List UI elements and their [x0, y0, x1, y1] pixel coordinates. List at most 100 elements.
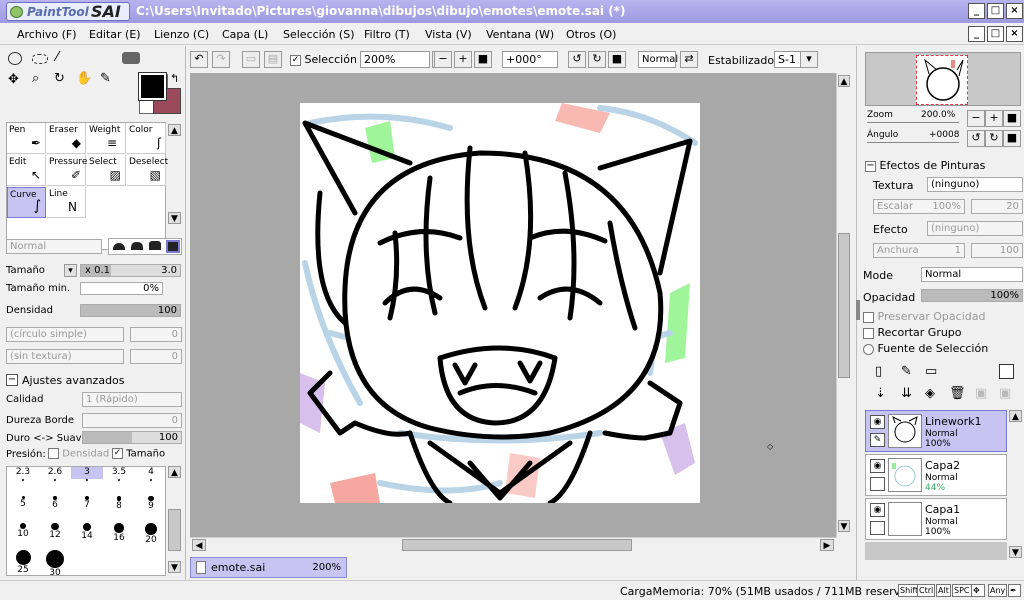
brush-size-option[interactable]: 20 [135, 521, 167, 549]
vscroll-thumb[interactable] [838, 233, 850, 378]
layers-scroll-up[interactable]: ▲ [1009, 410, 1022, 422]
doc-close-button[interactable]: × [1006, 26, 1023, 42]
menu-ventana[interactable]: Ventana (W) [486, 28, 554, 41]
close-button[interactable]: × [1006, 3, 1023, 19]
swap-colors-icon[interactable]: ↰ [170, 72, 179, 85]
hscroll-right[interactable]: ▶ [820, 539, 834, 551]
zoom-out-button[interactable]: − [434, 51, 452, 68]
eyedropper-icon[interactable]: ✎ [100, 71, 111, 86]
nav-zoom-slider[interactable] [867, 122, 959, 123]
min-size-slider[interactable]: 0% [80, 282, 163, 295]
preserve-opacity-checkbox[interactable]: Preservar Opacidad [863, 310, 985, 323]
brush-size-option[interactable]: 7 [71, 494, 103, 522]
effects-header[interactable]: − Efectos de Pinturas [865, 159, 985, 172]
eye-icon[interactable]: ◉ [870, 459, 885, 473]
brush-shape-select[interactable]: (círculo simple) [6, 327, 124, 342]
tool-curve[interactable]: Curve ∫ [7, 187, 46, 218]
selection-source-checkbox[interactable]: Fuente de Selección [863, 342, 988, 355]
zoom-icon[interactable]: ⌕ [32, 71, 39, 86]
nav-rotate-reset-button[interactable]: ■ [1003, 130, 1021, 147]
size-dropdown[interactable]: ▾ [64, 264, 77, 277]
hand-icon[interactable]: ✋ [76, 71, 92, 86]
eye-icon[interactable]: ◉ [870, 415, 885, 429]
vertical-scrollbar[interactable]: ▲ ▼ [836, 73, 852, 537]
merge-mask-icon[interactable]: ▣ [999, 386, 1011, 401]
nav-rotate-right-button[interactable]: ↻ [985, 130, 1003, 147]
brush-size-option[interactable]: 9 [135, 494, 167, 522]
tool-edit[interactable]: Edit ↖ [7, 155, 46, 186]
lock-brush-icon[interactable]: ✎ [870, 433, 885, 447]
hscroll-left[interactable]: ◀ [192, 539, 206, 551]
flip-horizontal-button[interactable]: ⇄ [680, 51, 698, 68]
canvas-area[interactable]: ◇ [190, 73, 836, 537]
undo-button[interactable]: ↶ [190, 51, 208, 68]
brush-size-option[interactable]: 6 [39, 494, 71, 522]
layer-lock-icon[interactable] [870, 477, 885, 491]
brush-size-option[interactable]: 4 [135, 467, 167, 495]
brush-mode-select[interactable]: Normal [6, 239, 102, 254]
quality-select[interactable]: 1 (Rápido) [82, 392, 182, 407]
brush-size-option[interactable]: 2.3 [7, 467, 39, 495]
tool-deselect[interactable]: Deselect ▧ [127, 155, 168, 186]
new-folder-icon[interactable]: ▭ [925, 364, 937, 379]
hard-soft-slider[interactable]: 100 [82, 431, 182, 444]
rotate-right-button[interactable]: ↻ [588, 51, 606, 68]
nav-rotate-left-button[interactable]: ↺ [967, 130, 985, 147]
brush-texture-select[interactable]: (sin textura) [6, 349, 124, 364]
ellipse-select-icon[interactable] [8, 52, 22, 65]
brush-size-option[interactable]: 30 [39, 548, 71, 578]
zoom-reset-button[interactable]: ■ [474, 51, 492, 68]
doc-minimize-button[interactable]: _ [968, 26, 985, 42]
new-linework-layer-icon[interactable]: ✎ [901, 364, 912, 379]
tool-pressure[interactable]: Pressure ✐ [47, 155, 87, 186]
minimize-button[interactable]: _ [968, 3, 985, 19]
opacity-slider[interactable]: 100% [921, 289, 1023, 302]
apply-mask-icon[interactable]: ▣ [975, 386, 987, 401]
navigator-preview[interactable] [865, 52, 1021, 106]
redo-button[interactable]: ↷ [212, 51, 230, 68]
menu-filtro[interactable]: Filtro (T) [364, 28, 410, 41]
brush-size-option[interactable]: 25 [7, 548, 39, 576]
menu-lienzo[interactable]: Lienzo (C) [154, 28, 209, 41]
horizontal-scrollbar[interactable]: ◀ ▶ [190, 537, 836, 553]
doc-maximize-button[interactable]: □ [987, 26, 1004, 42]
brush-texture-value[interactable]: 0 [130, 349, 182, 364]
maximize-button[interactable]: □ [987, 3, 1004, 19]
invert-selection-button[interactable]: ▤ [264, 51, 282, 68]
tool-line[interactable]: Line N [47, 187, 86, 218]
eye-icon[interactable]: ◉ [870, 503, 885, 517]
width-field[interactable]: Anchura 1 [873, 243, 965, 258]
layer-mode-select[interactable]: Normal [921, 267, 1023, 282]
vscroll-down[interactable]: ▼ [838, 520, 850, 532]
scale-field[interactable]: Escalar 100% [873, 199, 965, 214]
new-layer-icon[interactable]: ▯ [875, 364, 882, 379]
tool-select[interactable]: Select ▨ [87, 155, 126, 186]
tool-scroll-up[interactable]: ▲ [168, 124, 181, 136]
selection-toggle[interactable]: ✓ Selección [290, 53, 357, 66]
width-number[interactable]: 100 [971, 243, 1023, 258]
nav-angle-slider[interactable] [867, 142, 959, 143]
edge-hardness-slider[interactable]: 0 [82, 413, 182, 428]
lasso-icon[interactable] [32, 54, 48, 64]
zoom-select[interactable]: 200% [360, 51, 430, 68]
pressure-size-checkbox[interactable]: ✓ Tamaño [112, 448, 165, 460]
rotation-select[interactable]: +000° [502, 51, 558, 68]
brush-size-option[interactable]: 5 [7, 494, 39, 522]
menu-editar[interactable]: Editar (E) [89, 28, 141, 41]
stabilizer-dropdown-icon[interactable]: ▾ [800, 51, 818, 68]
brush-size-option[interactable]: 10 [7, 521, 39, 549]
menu-archivo[interactable]: Archivo (F) [17, 28, 77, 41]
document-tab[interactable]: emote.sai 200% [190, 557, 347, 578]
pressure-density-checkbox[interactable]: Densidad [48, 448, 109, 460]
tool-pen[interactable]: Pen ✒ [7, 123, 46, 154]
menu-vista[interactable]: Vista (V) [425, 28, 472, 41]
zoom-in-button[interactable]: + [454, 51, 472, 68]
density-slider[interactable]: 100 [80, 304, 181, 317]
blend-mode-button[interactable]: Normal [638, 51, 678, 68]
tool-scroll-down[interactable]: ▼ [168, 212, 181, 224]
menu-capa[interactable]: Capa (L) [222, 28, 268, 41]
brush-size-option[interactable]: 2.6 [39, 467, 71, 495]
rotate-left-button[interactable]: ↺ [568, 51, 586, 68]
brush-size-option[interactable]: 3 [71, 467, 103, 481]
bucket-icon[interactable] [122, 52, 140, 64]
